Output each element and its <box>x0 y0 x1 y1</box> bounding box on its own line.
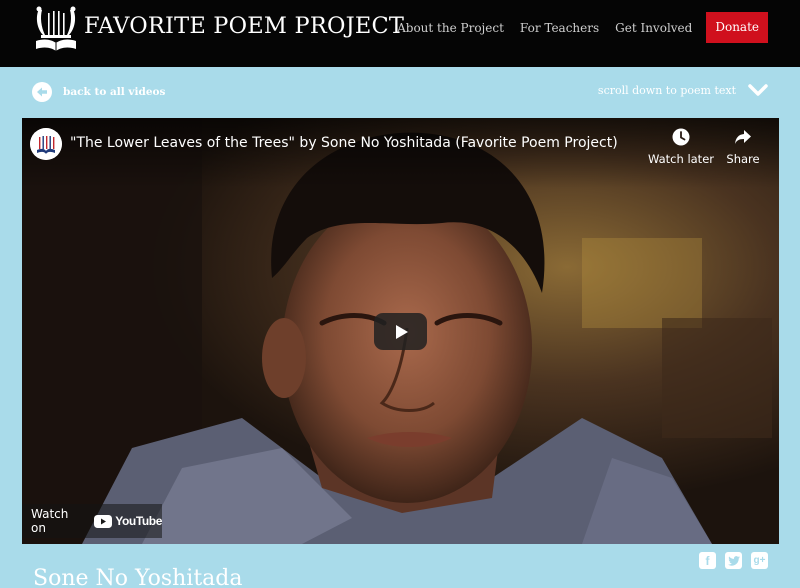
youtube-logo: YouTube <box>94 514 162 528</box>
nav-about-link[interactable]: About the Project <box>397 21 504 35</box>
back-arrow-icon <box>32 82 52 102</box>
watch-later-button[interactable]: Watch later <box>646 128 716 166</box>
share-button[interactable]: Share <box>708 128 778 166</box>
reader-name-heading: Sone No Yoshitada <box>33 566 243 588</box>
lyre-logo-icon[interactable] <box>33 5 79 53</box>
googleplus-icon[interactable]: g+ <box>751 552 768 569</box>
watch-later-label: Watch later <box>647 152 714 166</box>
play-icon <box>395 324 408 339</box>
nav-get-involved-link[interactable]: Get Involved <box>615 21 692 35</box>
donate-button[interactable]: Donate <box>706 12 768 43</box>
share-label: Share <box>726 152 760 166</box>
watch-on-label: Watch on <box>31 507 69 535</box>
main-nav: About the Project For Teachers Get Invol… <box>381 12 768 43</box>
play-button[interactable] <box>374 313 427 350</box>
youtube-play-icon <box>94 514 113 528</box>
youtube-logo-text: YouTube <box>115 514 162 528</box>
nav-teachers-link[interactable]: For Teachers <box>520 21 599 35</box>
watch-on-youtube-link[interactable]: Watch on YouTube <box>22 504 162 538</box>
chevron-down-icon <box>748 84 768 96</box>
site-header: FAVORITE POEM PROJECT About the Project … <box>0 0 800 67</box>
share-arrow-icon <box>735 130 751 144</box>
scroll-to-poem-label: scroll down to poem text <box>597 83 736 97</box>
channel-avatar-icon[interactable] <box>30 128 62 160</box>
back-to-videos-link[interactable]: back to all videos <box>32 82 165 102</box>
youtube-embed[interactable]: "The Lower Leaves of the Trees" by Sone … <box>22 118 779 544</box>
back-to-videos-label: back to all videos <box>63 86 166 98</box>
video-title[interactable]: "The Lower Leaves of the Trees" by Sone … <box>70 135 618 151</box>
clock-icon <box>672 128 690 146</box>
social-share-icons: f g+ <box>690 552 768 569</box>
facebook-icon[interactable]: f <box>699 552 716 569</box>
scroll-to-poem-link[interactable]: scroll down to poem text <box>598 83 768 97</box>
site-title[interactable]: FAVORITE POEM PROJECT <box>84 13 404 39</box>
twitter-icon[interactable] <box>725 552 742 569</box>
